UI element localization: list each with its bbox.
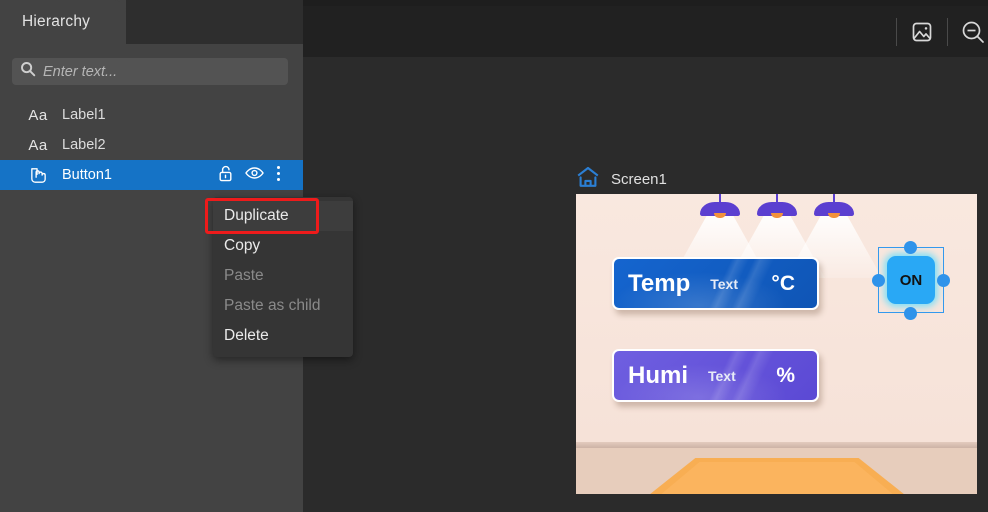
tree-item-label: Label1 <box>62 107 106 123</box>
search-box[interactable] <box>12 58 288 85</box>
hierarchy-tree: Aa Label1 Aa Label2 Button1 <box>0 100 303 190</box>
menu-item-label: Duplicate <box>224 207 289 224</box>
context-menu: Duplicate Copy Paste Paste as child Dele… <box>213 197 353 357</box>
search-input[interactable] <box>43 63 268 80</box>
tree-item-label2[interactable]: Aa Label2 <box>0 130 303 160</box>
humi-widget-title: Humi <box>628 361 688 389</box>
image-icon[interactable] <box>907 17 937 47</box>
button-icon <box>26 166 50 185</box>
toolbar-divider <box>896 17 897 46</box>
tabbar-background <box>126 0 303 44</box>
temp-widget-title: Temp <box>628 269 691 297</box>
search-icon <box>20 61 36 82</box>
tab-hierarchy[interactable]: Hierarchy <box>0 0 126 44</box>
toolbar-divider-2 <box>947 17 948 46</box>
humi-widget-unit: % <box>776 363 795 387</box>
unlock-icon[interactable] <box>218 165 233 186</box>
room-skirting <box>576 442 977 448</box>
temp-widget[interactable]: Temp Text °C <box>612 257 819 310</box>
menu-item-label: Paste as child <box>224 297 321 314</box>
tree-item-label: Label2 <box>62 137 106 153</box>
top-toolbar <box>303 6 988 57</box>
menu-item-label: Delete <box>224 327 269 344</box>
menu-item-copy[interactable]: Copy <box>213 231 353 261</box>
menu-item-label: Paste <box>224 267 264 284</box>
resize-handle-right[interactable] <box>937 274 950 287</box>
menu-item-delete[interactable]: Delete <box>213 321 353 351</box>
tree-item-actions <box>218 165 303 186</box>
screen-header: Screen1 <box>576 166 667 193</box>
selection-bounding-box <box>878 247 944 313</box>
tree-item-button1[interactable]: Button1 <box>0 160 303 190</box>
resize-handle-top[interactable] <box>904 241 917 254</box>
home-icon <box>576 166 600 193</box>
label-icon: Aa <box>28 106 48 124</box>
visibility-eye-icon[interactable] <box>245 166 264 184</box>
more-options-icon[interactable] <box>276 165 281 186</box>
temp-widget-value: Text <box>710 275 738 292</box>
tree-item-label: Button1 <box>62 167 112 183</box>
screen-canvas[interactable]: Temp Text °C Humi Text % ON <box>576 194 977 494</box>
menu-item-paste-as-child: Paste as child <box>213 291 353 321</box>
humi-widget[interactable]: Humi Text % <box>612 349 819 402</box>
resize-handle-bottom[interactable] <box>904 307 917 320</box>
screen-name-label: Screen1 <box>611 171 667 188</box>
resize-handle-left[interactable] <box>872 274 885 287</box>
menu-item-paste: Paste <box>213 261 353 291</box>
temp-widget-unit: °C <box>771 271 795 295</box>
label-icon: Aa <box>28 136 48 154</box>
tree-item-label1[interactable]: Aa Label1 <box>0 100 303 130</box>
menu-item-duplicate[interactable]: Duplicate <box>213 201 353 231</box>
tab-hierarchy-label: Hierarchy <box>22 13 91 30</box>
app-root: Hierarchy Aa Label1 Aa <box>0 0 988 512</box>
humi-widget-value: Text <box>708 367 736 384</box>
menu-item-label: Copy <box>224 237 261 254</box>
zoom-out-icon[interactable] <box>958 17 988 47</box>
